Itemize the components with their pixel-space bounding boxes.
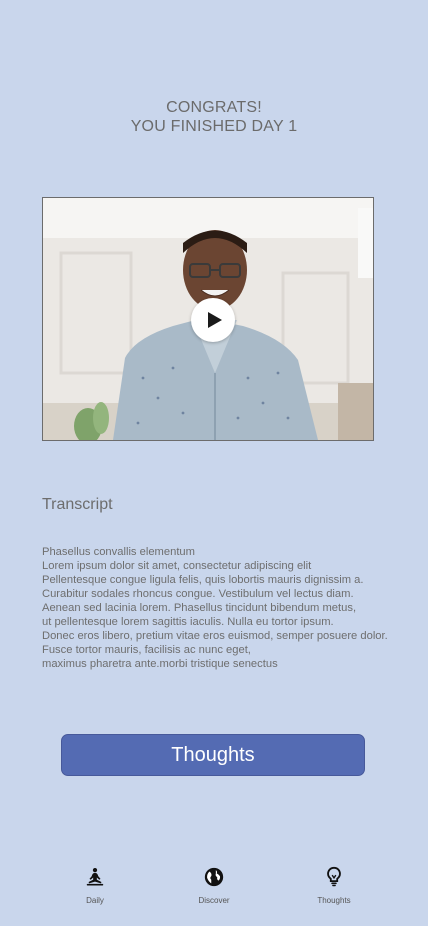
globe-icon xyxy=(204,867,224,887)
transcript-line: Phasellus convallis elementum xyxy=(42,546,195,558)
nav-label-thoughts: Thoughts xyxy=(317,896,351,905)
congrats-text: CONGRATS! xyxy=(166,99,262,116)
transcript-text: Phasellus convallis elementum Lorem ipsu… xyxy=(42,545,422,671)
transcript-line: Curabitur sodales rhoncus congue. Vestib… xyxy=(42,588,354,600)
thoughts-button[interactable]: Thoughts xyxy=(61,734,365,776)
transcript-line: Pellentesque congue ligula felis, quis l… xyxy=(42,574,364,586)
transcript-line: Lorem ipsum dolor sit amet, consectetur … xyxy=(42,560,312,572)
transcript-title: Transcript xyxy=(42,496,113,513)
bottom-navigation: Daily Discover Thoughts xyxy=(0,860,428,920)
nav-label-discover: Discover xyxy=(198,896,230,905)
nav-item-discover[interactable]: Discover xyxy=(174,866,254,905)
transcript-line: Fusce tortor mauris, facilisis ac nunc e… xyxy=(42,644,251,656)
completion-heading: CONGRATS! YOU FINISHED DAY 1 xyxy=(0,98,428,136)
play-button[interactable] xyxy=(191,298,235,342)
finished-day-text: YOU FINISHED DAY 1 xyxy=(130,118,298,135)
meditation-icon xyxy=(86,868,104,886)
lightbulb-icon xyxy=(327,866,341,887)
transcript-line: ut pellentesque lorem sagittis iaculis. … xyxy=(42,616,334,628)
nav-label-daily: Daily xyxy=(86,896,104,905)
transcript-line: Donec eros libero, pretium vitae eros eu… xyxy=(42,630,388,642)
play-icon xyxy=(208,312,222,328)
nav-item-daily[interactable]: Daily xyxy=(55,866,135,905)
transcript-line: Aenean sed lacinia lorem. Phasellus tinc… xyxy=(42,602,357,614)
nav-item-thoughts[interactable]: Thoughts xyxy=(294,866,374,905)
video-player[interactable] xyxy=(42,197,374,441)
transcript-line: maximus pharetra ante.morbi tristique se… xyxy=(42,658,278,670)
